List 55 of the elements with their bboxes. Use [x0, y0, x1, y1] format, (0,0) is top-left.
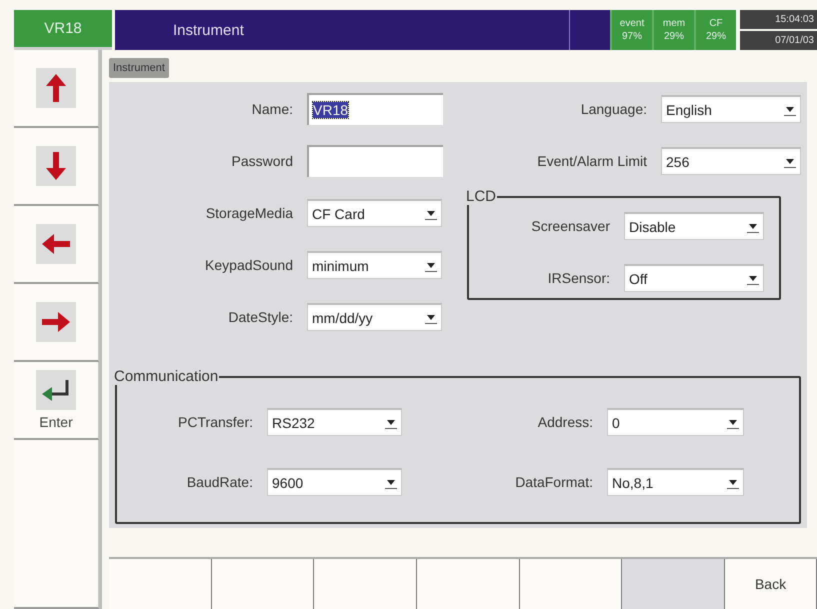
dropdown-field[interactable]: mm/dd/yy	[307, 303, 442, 331]
status-indicator: CF 29%	[694, 10, 736, 50]
field-label: StorageMedia	[204, 205, 294, 221]
up-key[interactable]	[14, 50, 99, 128]
group-title: Communication	[113, 368, 220, 385]
dropdown-field[interactable]: English	[661, 95, 801, 123]
group-title: LCD	[465, 188, 498, 205]
title-bar-segment	[570, 10, 610, 50]
enter-key[interactable]: Enter	[14, 362, 99, 440]
dropdown-field[interactable]: 9600	[267, 468, 402, 496]
field-label: DataFormat:	[514, 474, 594, 490]
field-label: Screensaver	[530, 218, 611, 234]
soft-key[interactable]	[212, 559, 314, 609]
field-label: Address:	[536, 414, 594, 430]
clock-date: 07/01/03	[740, 31, 817, 50]
arrow-left-icon	[36, 224, 76, 264]
back-button[interactable]: Back	[725, 559, 817, 609]
clock-time: 15:04:03	[740, 10, 817, 29]
status-indicator: mem 29%	[652, 10, 694, 50]
field-label: PCTransfer:	[177, 414, 254, 430]
soft-key[interactable]	[417, 559, 520, 609]
soft-key[interactable]	[314, 559, 418, 609]
dropdown-field[interactable]: No,8,1	[607, 468, 744, 496]
field-label: BaudRate:	[186, 474, 254, 490]
window-title: Instrument	[115, 10, 570, 50]
dropdown-field[interactable]: Disable	[624, 212, 764, 240]
arrow-down-icon	[36, 146, 76, 186]
dropdown-field[interactable]: minimum	[307, 251, 442, 279]
dropdown-field[interactable]: 0	[607, 408, 744, 436]
status-indicator: event 97%	[610, 10, 652, 50]
soft-key[interactable]	[520, 559, 622, 609]
arrow-right-icon	[36, 302, 76, 342]
soft-key[interactable]	[109, 559, 212, 609]
dropdown-field[interactable]: CF Card	[307, 199, 442, 227]
dropdown-field[interactable]: 256	[661, 147, 801, 175]
field-label: Event/Alarm Limit	[536, 153, 648, 169]
field-label: IRSensor:	[546, 270, 611, 286]
field-label: KeypadSound	[204, 257, 294, 273]
field-label: Name:	[250, 101, 294, 117]
dropdown-field[interactable]: RS232	[267, 408, 402, 436]
device-name: VR18	[14, 10, 112, 50]
enter-icon	[36, 370, 76, 410]
left-key[interactable]	[14, 206, 99, 284]
dropdown-field[interactable]: Off	[624, 264, 764, 292]
text-field[interactable]: VR18	[307, 93, 443, 125]
field-label: Language:	[580, 101, 648, 117]
field-label: Password	[230, 153, 294, 169]
blank-key[interactable]	[14, 440, 99, 609]
arrow-up-icon	[36, 68, 76, 108]
field-label: DateStyle:	[227, 309, 294, 325]
right-key[interactable]	[14, 284, 99, 362]
tab[interactable]: Instrument	[109, 58, 169, 78]
soft-key[interactable]	[622, 559, 726, 609]
down-key[interactable]	[14, 128, 99, 206]
text-field[interactable]	[307, 145, 443, 177]
